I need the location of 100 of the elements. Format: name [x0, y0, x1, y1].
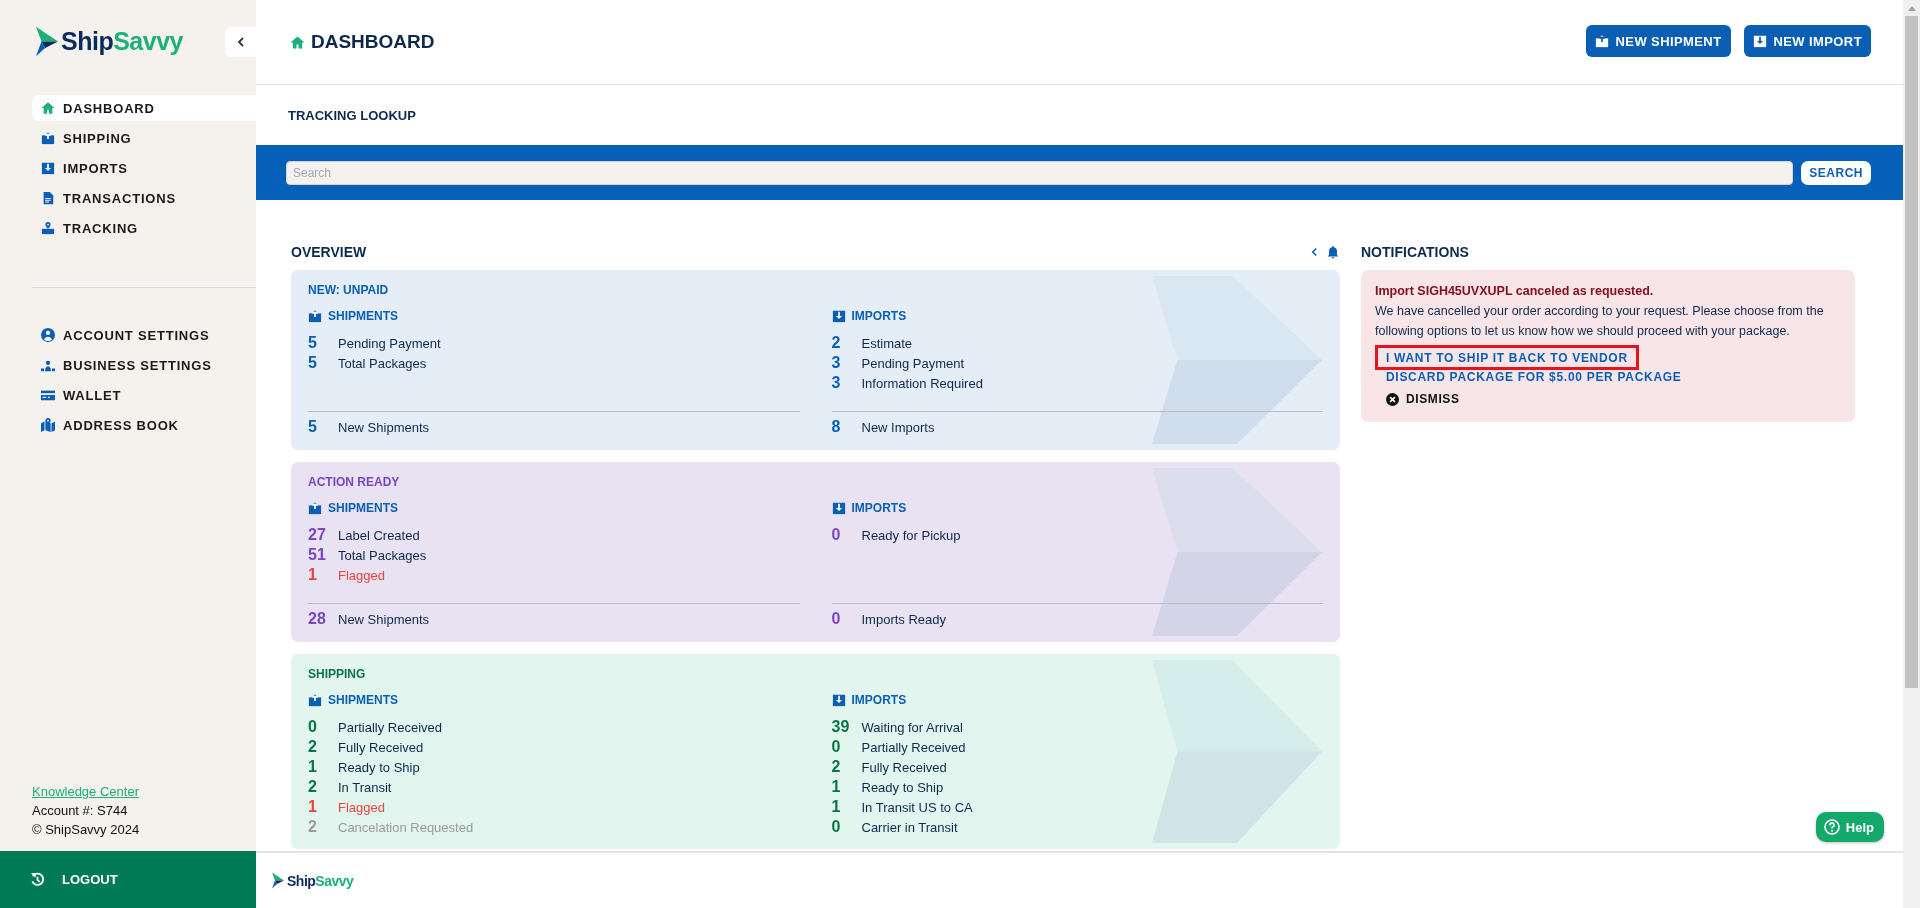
- nav-item[interactable]: IMPORTS: [32, 155, 256, 181]
- search-button[interactable]: SEARCH: [1801, 160, 1871, 185]
- status-label[interactable]: Label Created: [338, 527, 420, 543]
- box-icon: [1594, 34, 1609, 48]
- nav-item[interactable]: SHIPPING: [32, 125, 256, 151]
- column-heading: IMPORTS: [851, 693, 907, 707]
- status-label[interactable]: Ready to Ship: [861, 779, 944, 795]
- people-icon: [41, 358, 55, 372]
- count: 39: [831, 718, 851, 736]
- nav-item[interactable]: ACCOUNT SETTINGS: [32, 322, 256, 348]
- box-icon: [41, 161, 55, 175]
- status-label[interactable]: Total Packages: [338, 355, 427, 371]
- document-icon: [41, 191, 55, 205]
- count: 1: [308, 798, 318, 816]
- status-label[interactable]: Total Packages: [338, 547, 427, 563]
- total-label[interactable]: New Imports: [861, 419, 935, 435]
- help-icon: [1823, 819, 1840, 835]
- chevron-left-icon: [235, 36, 246, 47]
- section-title: OVERVIEW: [291, 244, 367, 260]
- user-icon: [41, 328, 55, 342]
- count: 28: [308, 610, 327, 628]
- status-label[interactable]: Fully Received: [861, 759, 947, 775]
- column-heading: IMPORTS: [851, 309, 907, 323]
- logo-icon: [272, 872, 284, 889]
- count: 0: [831, 738, 842, 756]
- new-shipment-button[interactable]: NEW SHIPMENT: [1585, 25, 1731, 57]
- close-icon: [1386, 392, 1399, 406]
- status-label[interactable]: Ready for Pickup: [861, 527, 961, 543]
- section-title: NOTIFICATIONS: [1361, 244, 1469, 260]
- box-icon: [831, 693, 846, 707]
- count: 0: [831, 610, 842, 628]
- nav-item[interactable]: TRANSACTIONS: [32, 185, 256, 211]
- count: 5: [308, 418, 318, 436]
- count: 2: [308, 818, 318, 836]
- status-label[interactable]: Partially Received: [861, 739, 966, 755]
- status-label[interactable]: Information Required: [861, 375, 983, 391]
- box-icon: [831, 309, 846, 323]
- count: 1: [308, 758, 318, 776]
- house-icon: [41, 101, 55, 115]
- nav-item[interactable]: TRACKING: [32, 215, 256, 241]
- action-link[interactable]: I WANT TO SHIP IT BACK TO VENDOR: [1375, 345, 1639, 370]
- location-box-icon: [41, 221, 55, 235]
- count: 8: [831, 418, 842, 436]
- nav-item[interactable]: DASHBOARD: [32, 95, 256, 121]
- total-label[interactable]: Imports Ready: [861, 611, 947, 627]
- logout-button[interactable]: LOGOUT: [0, 851, 256, 908]
- count: 3: [831, 374, 842, 392]
- box-icon: [308, 309, 322, 323]
- count: 0: [831, 526, 842, 544]
- nav-item[interactable]: BUSINESS SETTINGS: [32, 352, 256, 378]
- house-icon: [290, 34, 305, 50]
- count: 27: [308, 526, 327, 544]
- count: 1: [831, 778, 842, 796]
- chevron-left-icon[interactable]: [1311, 247, 1318, 257]
- search-field[interactable]: Search: [286, 160, 1794, 185]
- page-title: DASHBOARD: [290, 31, 435, 53]
- column-heading: SHIPMENTS: [328, 309, 398, 323]
- count: 5: [308, 354, 318, 372]
- nav-item[interactable]: WALLET: [32, 382, 256, 408]
- bell-icon[interactable]: [1326, 245, 1340, 259]
- count: 1: [308, 566, 318, 584]
- status-label[interactable]: Estimate: [861, 335, 913, 351]
- status-label[interactable]: Carrier in Transit: [861, 819, 958, 835]
- column-heading: SHIPMENTS: [328, 693, 398, 707]
- count: 51: [308, 546, 327, 564]
- collapse-button[interactable]: [225, 26, 256, 57]
- card-icon: [41, 388, 55, 402]
- count: 5: [308, 334, 318, 352]
- status-label[interactable]: Flagged: [338, 799, 385, 815]
- box-icon: [308, 501, 322, 515]
- status-label[interactable]: Pending Payment: [338, 335, 441, 351]
- logo-icon: [36, 26, 58, 57]
- total-label[interactable]: New Shipments: [338, 611, 430, 627]
- nav-item[interactable]: ADDRESS BOOK: [32, 412, 256, 438]
- status-label[interactable]: In Transit US to CA: [861, 799, 973, 815]
- total-label[interactable]: New Shipments: [338, 419, 430, 435]
- box-icon: [1752, 34, 1767, 48]
- count: 3: [831, 354, 842, 372]
- column-heading: SHIPMENTS: [328, 501, 398, 515]
- card-title: NEW: UNPAID: [308, 283, 390, 297]
- status-label[interactable]: Waiting for Arrival: [861, 719, 963, 735]
- status-label[interactable]: Fully Received: [338, 739, 424, 755]
- box-icon: [308, 693, 322, 707]
- new-import-button[interactable]: NEW IMPORT: [1743, 25, 1871, 57]
- status-label[interactable]: Ready to Ship: [338, 759, 420, 775]
- status-label[interactable]: Partially Received: [338, 719, 443, 735]
- notification-title: Import SIGH45UVXUPL canceled as requested.: [1375, 284, 1654, 298]
- count: 2: [831, 758, 842, 776]
- map-icon: [41, 418, 55, 432]
- scrollbar[interactable]: [1903, 0, 1920, 908]
- count: 1: [831, 798, 842, 816]
- status-label[interactable]: Pending Payment: [861, 355, 965, 371]
- count: 2: [831, 334, 842, 352]
- box-icon: [831, 501, 846, 515]
- section-title: TRACKING LOOKUP: [288, 107, 416, 123]
- count: 2: [308, 778, 318, 796]
- count: 0: [831, 818, 842, 836]
- notification-text: We have cancelled your order according to your request. Please choose from the following options to let us know how we should proceed with your package.: [1375, 303, 1825, 340]
- status-label[interactable]: In Transit: [338, 779, 392, 795]
- dismiss-button[interactable]: DISMISS: [1383, 390, 1463, 408]
